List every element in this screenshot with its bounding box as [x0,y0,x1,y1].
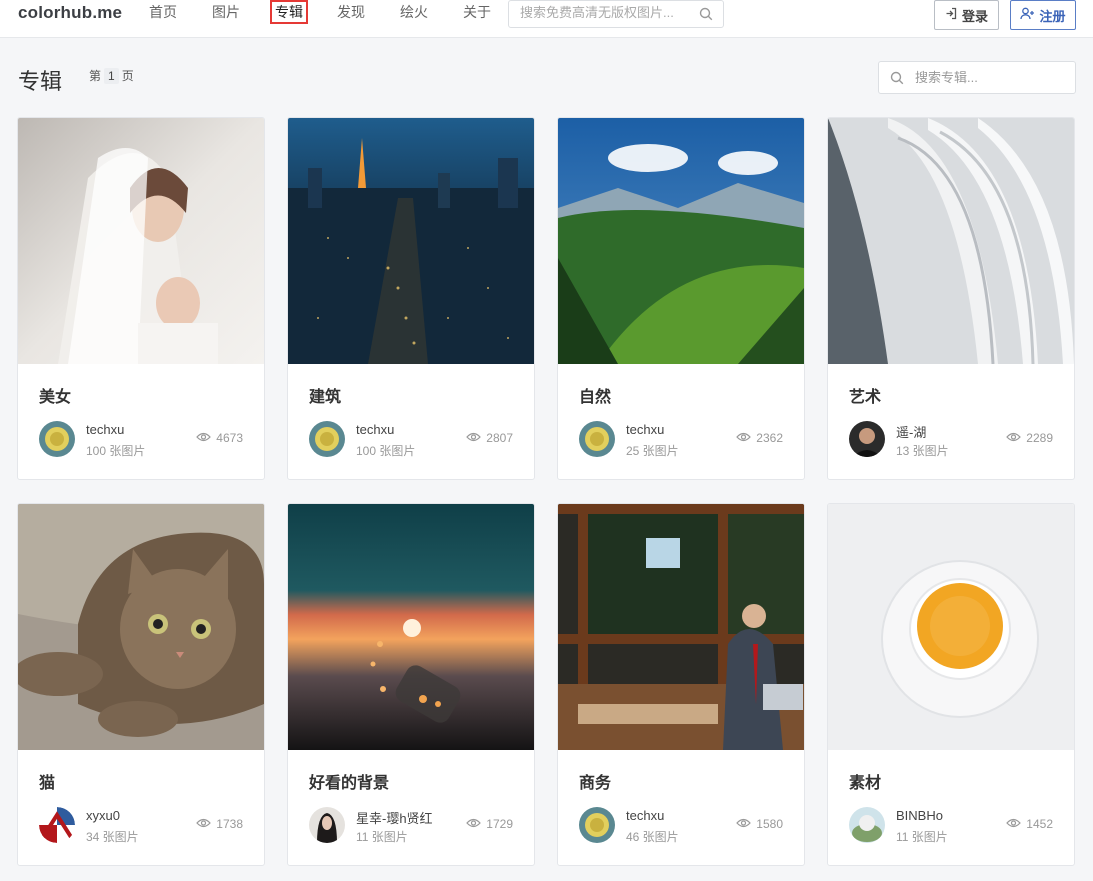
view-count: 4673 [196,431,243,445]
album-title[interactable]: 艺术 [849,383,881,407]
album-cover-image[interactable] [18,504,264,750]
view-count: 2362 [736,431,783,445]
image-search-box [508,0,724,28]
view-count-value: 2289 [1026,431,1053,445]
album-card[interactable]: 商务 techxu 46 张图片 1580 [557,503,805,866]
album-title[interactable]: 商务 [579,769,611,793]
nav-item-home[interactable]: 首页 [149,3,177,23]
view-count-value: 1580 [756,817,783,831]
pager-number: 1 [104,67,119,84]
album-cover-image[interactable] [288,118,534,364]
user-avatar[interactable] [579,807,615,843]
album-title[interactable]: 素材 [849,769,881,793]
view-count-value: 2807 [486,431,513,445]
album-search-input[interactable] [915,70,1065,85]
user-name[interactable]: techxu [86,422,124,437]
album-title[interactable]: 建筑 [309,383,341,407]
view-count: 1580 [736,817,783,831]
eye-icon [1006,431,1022,445]
view-count-value: 1729 [486,817,513,831]
user-name[interactable]: techxu [626,808,664,823]
view-count: 2807 [466,431,513,445]
nav-item-images[interactable]: 图片 [212,3,240,23]
search-icon[interactable] [699,7,713,26]
brand-logo[interactable]: colorhub.me [18,3,122,23]
album-card[interactable]: 素材 BINBHo 11 张图片 1452 [827,503,1075,866]
search-icon [890,71,904,90]
album-title[interactable]: 猫 [39,769,55,793]
image-count: 100 张图片 [356,444,416,458]
login-icon [945,7,958,23]
album-search-box [878,61,1076,94]
image-count: 46 张图片 [626,830,679,844]
view-count: 1738 [196,817,243,831]
image-search-input[interactable] [520,5,690,20]
view-count-value: 4673 [216,431,243,445]
signup-button[interactable]: 注册 [1010,0,1076,30]
user-name[interactable]: 星幸-璎h贤红 [356,808,433,827]
user-name[interactable]: BINBHo [896,808,943,823]
image-count: 11 张图片 [356,830,408,844]
image-count: 13 张图片 [896,444,949,458]
album-cover-image[interactable] [558,118,804,364]
album-card[interactable]: 好看的背景 星幸-璎h贤红 11 张图片 1729 [287,503,535,866]
album-card[interactable]: 艺术 遥-湖 13 张图片 2289 [827,117,1075,480]
user-name[interactable]: xyxu0 [86,808,120,823]
eye-icon [1006,817,1022,831]
nav-item-about[interactable]: 关于 [463,3,491,23]
album-cover-image[interactable] [18,118,264,364]
eye-icon [736,817,752,831]
album-card[interactable]: 美女 techxu 100 张图片 4673 [17,117,265,480]
album-card[interactable]: 自然 techxu 25 张图片 2362 [557,117,805,480]
album-cover-image[interactable] [288,504,534,750]
login-button[interactable]: 登录 [934,0,999,30]
login-label: 登录 [961,8,988,24]
user-avatar[interactable] [39,807,75,843]
eye-icon [466,817,482,831]
nav-item-albums[interactable]: 专辑 [270,0,308,24]
eye-icon [736,431,752,445]
album-title[interactable]: 自然 [579,383,611,407]
eye-icon [196,817,212,831]
eye-icon [466,431,482,445]
user-avatar[interactable] [309,807,345,843]
user-avatar[interactable] [309,421,345,457]
album-card[interactable]: 建筑 techxu 100 张图片 2807 [287,117,535,480]
nav-item-discover[interactable]: 发现 [337,3,365,23]
image-count: 11 张图片 [896,830,948,844]
user-name[interactable]: techxu [626,422,664,437]
user-name[interactable]: 遥-湖 [896,422,926,441]
pager-suffix: 页 [121,69,134,83]
user-name[interactable]: techxu [356,422,394,437]
view-count-value: 1738 [216,817,243,831]
album-title[interactable]: 好看的背景 [309,769,389,793]
page-indicator: 第 1 页 [89,67,134,84]
view-count-value: 1452 [1026,817,1053,831]
album-card[interactable]: 猫 xyxu0 34 张图片 1738 [17,503,265,866]
album-cover-image[interactable] [558,504,804,750]
view-count: 1452 [1006,817,1053,831]
user-avatar[interactable] [579,421,615,457]
album-title[interactable]: 美女 [39,383,71,407]
view-count: 1729 [466,817,513,831]
signup-label: 注册 [1039,8,1066,24]
nav-item-huihuo[interactable]: 绘火 [400,3,428,23]
image-count: 34 张图片 [86,830,139,844]
top-navbar: colorhub.me 首页 图片 专辑 发现 绘火 关于 登录 注册 [0,0,1093,38]
view-count: 2289 [1006,431,1053,445]
pager-prefix: 第 [89,69,102,83]
album-cover-image[interactable] [828,504,1074,750]
user-avatar[interactable] [849,421,885,457]
user-avatar[interactable] [849,807,885,843]
eye-icon [196,431,212,445]
add-user-icon [1020,7,1035,23]
page-title: 专辑 [18,69,63,94]
view-count-value: 2362 [756,431,783,445]
album-cover-image[interactable] [828,118,1074,364]
image-count: 25 张图片 [626,444,679,458]
user-avatar[interactable] [39,421,75,457]
image-count: 100 张图片 [86,444,146,458]
